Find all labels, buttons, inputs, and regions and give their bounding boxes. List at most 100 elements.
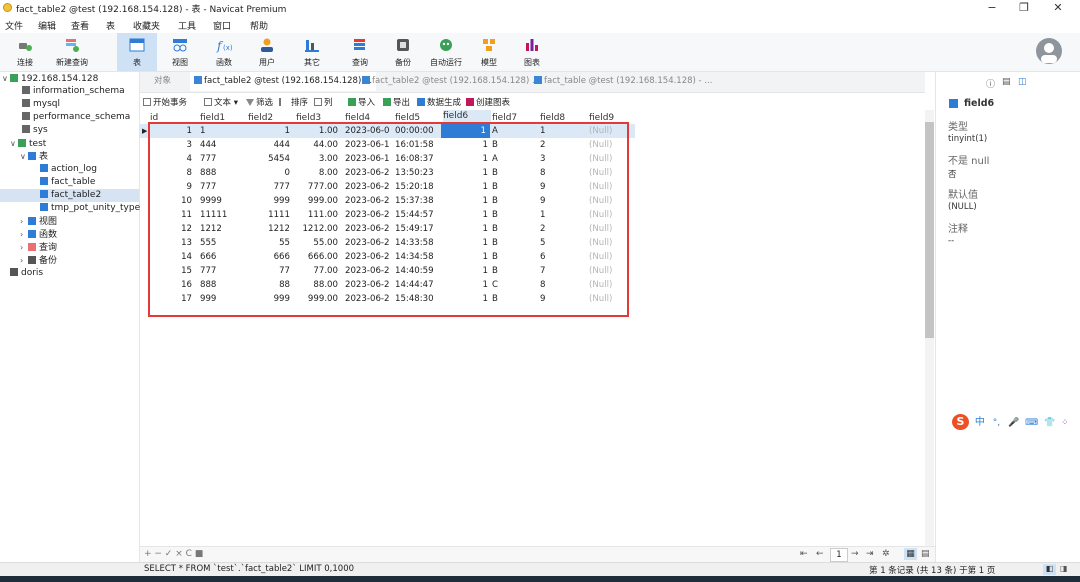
cell-field4[interactable]: 2023-06-1 bbox=[345, 139, 393, 151]
table-row[interactable]: 10 9999 999 999.00 2023-06-2 15:37:38 1 B 9 (Null… bbox=[140, 194, 635, 208]
cell-field5[interactable]: 15:37:38 bbox=[395, 195, 441, 207]
cell-field2[interactable]: 999 bbox=[248, 293, 290, 305]
user-button[interactable]: 用户 bbox=[247, 33, 287, 71]
tree-server[interactable]: ∨ 192.168.154.128 bbox=[0, 72, 139, 85]
cell-field3[interactable]: 88.00 bbox=[296, 279, 338, 291]
toolbox-icon[interactable]: ⁘ bbox=[1061, 418, 1069, 428]
cell-field4[interactable]: 2023-06-2 bbox=[345, 251, 393, 263]
microphone-icon[interactable]: 🎤 bbox=[1008, 418, 1019, 428]
cell-field5[interactable]: 16:08:37 bbox=[395, 153, 441, 165]
record-edit-controls[interactable]: + − ✓ × C ■ bbox=[144, 549, 203, 559]
table-row[interactable]: 17 999 999 999.00 2023-06-2 15:48:30 1 B 9 (Null) bbox=[140, 292, 635, 306]
column-header-id[interactable]: id bbox=[150, 113, 158, 123]
tree-functions-group[interactable]: › 函数 bbox=[0, 228, 139, 241]
layout-left-icon[interactable]: ◧ bbox=[1043, 564, 1056, 575]
cell-field9[interactable]: (Null) bbox=[589, 125, 634, 137]
cell-field8[interactable]: 9 bbox=[540, 195, 585, 207]
cell-field4[interactable]: 2023-06-2 bbox=[345, 279, 393, 291]
grid-view-toggle[interactable]: ▦ bbox=[904, 548, 917, 560]
column-header-field6[interactable]: field6 bbox=[443, 110, 491, 123]
function-button[interactable]: f (x) 函数 bbox=[204, 33, 244, 71]
menu-help[interactable]: 帮助 bbox=[250, 19, 268, 32]
cell-field4[interactable]: 2023-06-2 bbox=[345, 167, 393, 179]
tree-queries-group[interactable]: › 查询 bbox=[0, 241, 139, 254]
cell-field7[interactable]: A bbox=[492, 153, 538, 165]
column-header-field7[interactable]: field7 bbox=[492, 113, 517, 123]
cell-field5[interactable]: 15:49:17 bbox=[395, 223, 441, 235]
cell-field3[interactable]: 77.00 bbox=[296, 265, 338, 277]
menu-table[interactable]: 表 bbox=[106, 19, 115, 32]
cell-field7[interactable]: B bbox=[492, 223, 538, 235]
cell-id[interactable]: 4 bbox=[148, 153, 192, 165]
form-view-toggle[interactable]: ▤ bbox=[921, 549, 930, 559]
model-button[interactable]: 模型 bbox=[469, 33, 509, 71]
cell-field3[interactable]: 1212.00 bbox=[296, 223, 338, 235]
cell-field7[interactable]: B bbox=[492, 167, 538, 179]
tree-table-action-log[interactable]: action_log bbox=[0, 163, 139, 176]
cell-field7[interactable]: B bbox=[492, 181, 538, 193]
cell-field2[interactable]: 777 bbox=[248, 181, 290, 193]
table-button[interactable]: 表 bbox=[117, 33, 157, 71]
cell-field1[interactable]: 11111 bbox=[200, 209, 245, 221]
export-button[interactable]: 导出 bbox=[383, 96, 410, 108]
cell-field5[interactable]: 14:40:59 bbox=[395, 265, 441, 277]
cell-field3[interactable]: 44.00 bbox=[296, 139, 338, 151]
cell-field1[interactable]: 1 bbox=[200, 125, 245, 137]
cell-field7[interactable]: B bbox=[492, 139, 538, 151]
cell-field3[interactable]: 55.00 bbox=[296, 237, 338, 249]
cell-field6[interactable]: 1 bbox=[443, 223, 488, 235]
grid-view-icon[interactable]: ◫ bbox=[1018, 77, 1027, 87]
cell-field7[interactable]: A bbox=[492, 125, 538, 137]
cell-field1[interactable]: 777 bbox=[200, 265, 245, 277]
cell-field5[interactable]: 14:34:58 bbox=[395, 251, 441, 263]
cell-field5[interactable]: 15:48:30 bbox=[395, 293, 441, 305]
cell-field8[interactable]: 3 bbox=[540, 153, 585, 165]
cell-id[interactable]: 8 bbox=[148, 167, 192, 179]
column-header-field3[interactable]: field3 bbox=[296, 113, 321, 123]
cell-field8[interactable]: 1 bbox=[540, 209, 585, 221]
avatar[interactable] bbox=[1036, 38, 1062, 64]
cell-field4[interactable]: 2023-06-2 bbox=[345, 181, 393, 193]
cell-field2[interactable]: 55 bbox=[248, 237, 290, 249]
cell-field1[interactable]: 1212 bbox=[200, 223, 245, 235]
cell-field1[interactable]: 888 bbox=[200, 167, 245, 179]
cell-field7[interactable]: B bbox=[492, 265, 538, 277]
cell-field7[interactable]: B bbox=[492, 293, 538, 305]
menu-window[interactable]: 窗口 bbox=[213, 19, 231, 32]
cell-field8[interactable]: 9 bbox=[540, 293, 585, 305]
cell-field7[interactable]: B bbox=[492, 251, 538, 263]
cell-field1[interactable]: 777 bbox=[200, 153, 245, 165]
cell-field2[interactable]: 1 bbox=[248, 125, 290, 137]
cell-field8[interactable]: 2 bbox=[540, 223, 585, 235]
sogou-logo-icon[interactable]: S bbox=[952, 414, 969, 430]
filter-button[interactable]: 筛选 bbox=[246, 96, 273, 108]
create-chart-button[interactable]: 创建图表 bbox=[466, 96, 510, 108]
cell-field2[interactable]: 5454 bbox=[248, 153, 290, 165]
cell-field8[interactable]: 2 bbox=[540, 139, 585, 151]
cell-field9[interactable]: (Null) bbox=[589, 251, 634, 263]
cell-field5[interactable]: 15:20:18 bbox=[395, 181, 441, 193]
cell-field3[interactable]: 666.00 bbox=[296, 251, 338, 263]
cell-id[interactable]: 3 bbox=[148, 139, 192, 151]
data-generation-button[interactable]: 数据生成 bbox=[417, 96, 461, 108]
menu-edit[interactable]: 编辑 bbox=[38, 19, 56, 32]
cell-field6[interactable]: 1 bbox=[443, 139, 488, 151]
keyboard-icon[interactable]: ⌨ bbox=[1025, 418, 1038, 428]
cell-id[interactable]: 16 bbox=[148, 279, 192, 291]
table-row[interactable]: 16 888 88 88.00 2023-06-2 14:44:47 1 C 8 (Null) bbox=[140, 278, 635, 292]
settings-icon[interactable]: ✲ bbox=[882, 549, 890, 559]
cell-field7[interactable]: B bbox=[492, 195, 538, 207]
cell-field5[interactable]: 13:50:23 bbox=[395, 167, 441, 179]
table-row[interactable]: 3 444 444 44.00 2023-06-1 16:01:58 1 B 2 (Null) bbox=[140, 138, 635, 152]
cell-field3[interactable]: 111.00 bbox=[296, 209, 338, 221]
cell-field2[interactable]: 77 bbox=[248, 265, 290, 277]
first-page-icon[interactable]: ⇤ bbox=[800, 549, 808, 559]
cell-id[interactable]: 17 bbox=[148, 293, 192, 305]
cell-field8[interactable]: 9 bbox=[540, 181, 585, 193]
cell-field6[interactable]: 1 bbox=[443, 293, 488, 305]
cell-field6[interactable]: 1 bbox=[443, 265, 488, 277]
cell-field2[interactable]: 666 bbox=[248, 251, 290, 263]
table-row[interactable]: 15 777 77 77.00 2023-06-2 14:40:59 1 B 7 (Null) bbox=[140, 264, 635, 278]
cell-field6[interactable]: 1 bbox=[443, 209, 488, 221]
cell-id[interactable]: 15 bbox=[148, 265, 192, 277]
